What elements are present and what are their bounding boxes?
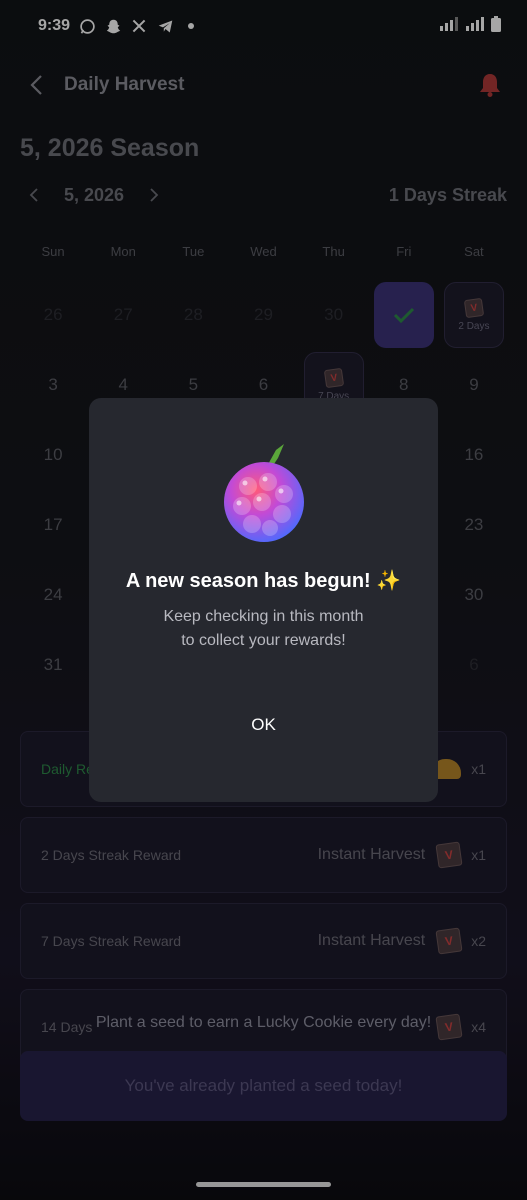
dialog-message-line: to collect your rewards! [181, 632, 346, 649]
berry-icon [214, 440, 314, 550]
dialog-message: Keep checking in this month to collect y… [163, 605, 363, 653]
dialog-message-line: Keep checking in this month [163, 608, 364, 625]
ok-button[interactable]: OK [231, 709, 296, 741]
new-season-dialog: A new season has begun! ✨ Keep checking … [89, 398, 438, 802]
dialog-title: A new season has begun! ✨ [125, 570, 402, 592]
